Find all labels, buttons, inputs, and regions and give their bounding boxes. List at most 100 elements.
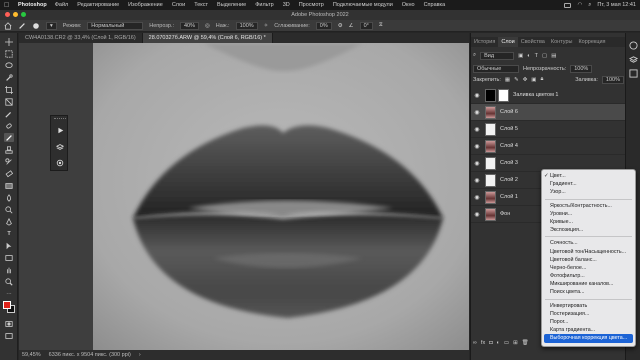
menu-item-posterize[interactable]: Постеризация... [542,310,635,318]
clock[interactable]: Пт, 3 мая 12:41 [597,2,636,8]
wifi-icon[interactable]: ◠ [577,2,582,8]
trash-icon[interactable]: 🗑︎ [522,340,529,346]
color-panel-icon[interactable] [629,41,638,50]
clone-stamp-tool-icon[interactable] [4,145,14,154]
menu-item-threshold[interactable]: Порог... [542,318,635,326]
symmetry-icon[interactable]: ⧖ [379,22,383,29]
link-layers-icon[interactable]: ∞ [473,340,477,346]
menu-item-black-white[interactable]: Черно-белое... [542,264,635,272]
more-tools-icon[interactable]: ··· [4,289,14,298]
menu-view[interactable]: Просмотр [299,2,324,8]
search-icon[interactable]: ⌕ [588,2,591,9]
layer-row[interactable]: ◉ Слой 5 [471,121,626,138]
brush-size-picker[interactable]: ▾ [46,21,57,30]
document-size[interactable]: 6336 пикс. x 9504 пикс. (300 ppi) [49,352,131,358]
battery-icon[interactable] [564,2,572,8]
history-brush-tool-icon[interactable] [4,157,14,166]
pen-tool-icon[interactable] [4,217,14,226]
opacity-field[interactable]: 40% [179,21,199,30]
blend-mode-select[interactable]: Обычные [473,64,519,73]
type-tool-icon[interactable]: T [4,229,14,238]
eraser-tool-icon[interactable] [4,169,14,178]
tab-layers[interactable]: Слои [498,37,518,47]
visibility-eye-icon[interactable]: ◉ [471,143,483,150]
layer-style-icon[interactable]: fx [481,340,485,346]
filter-adjust-icon[interactable]: ◐ [527,53,530,59]
visibility-eye-icon[interactable]: ◉ [471,177,483,184]
zoom-tool-icon[interactable] [4,277,14,286]
menu-item-channel-mixer[interactable]: Микширование каналов... [542,280,635,288]
menu-item-invert[interactable]: Инвертировать [542,302,635,310]
brush-tool-icon[interactable] [18,22,26,30]
canvas-area[interactable] [19,43,469,350]
angle-icon[interactable]: ∠ [349,23,354,29]
app-menu[interactable]: Photoshop [18,2,47,8]
menu-item-color-fill[interactable]: Цвет... [542,172,635,180]
tab-properties[interactable]: Свойства [518,37,548,47]
lock-artboard-icon[interactable]: ▣ [531,77,536,83]
filter-pixel-icon[interactable]: ▣ [518,53,523,59]
brush-settings-icon[interactable] [55,158,65,167]
new-layer-icon[interactable]: ⊞ [513,340,518,346]
crop-tool-icon[interactable] [4,85,14,94]
menu-plugins[interactable]: Подключаемые модули [333,2,393,8]
menu-help[interactable]: Справка [424,2,446,8]
pressure-opacity-icon[interactable]: ◎ [205,23,210,29]
minimize-window-icon[interactable] [13,12,18,17]
pressure-field[interactable]: 100% [235,21,258,30]
tab-adjustments[interactable]: Коррекция [575,37,608,47]
airbrush-icon[interactable]: ✧ [264,23,269,29]
dodge-tool-icon[interactable] [4,205,14,214]
new-group-icon[interactable]: ▭ [504,340,509,346]
mode-select[interactable]: Нормальный [87,21,144,30]
foreground-color-swatch[interactable] [3,301,11,309]
tab-history[interactable]: История [471,37,498,47]
layer-filter-select[interactable]: Вид [480,51,515,60]
menu-item-brightness-contrast[interactable]: Яркость/Контрастность... [542,202,635,210]
libraries-panel-icon[interactable] [629,69,638,78]
menu-item-exposure[interactable]: Экспозиция... [542,226,635,234]
layer-row[interactable]: ◉ Слой 4 [471,138,626,155]
visibility-eye-icon[interactable]: ◉ [471,109,483,116]
tab-paths[interactable]: Контуры [548,37,576,47]
smoothing-field[interactable]: 0% [315,21,332,30]
document-tab-2[interactable]: 28.070327б.ARW @ 59,4% (Слой 6, RGB/16) … [142,33,273,43]
menu-3d[interactable]: 3D [283,2,290,8]
layer-name[interactable]: Фон [500,211,510,217]
filter-smart-icon[interactable]: ▤ [551,53,556,59]
gradient-tool-icon[interactable] [4,181,14,190]
healing-tool-icon[interactable] [4,121,14,130]
document-tab-1[interactable]: CW4A0138.CR2 @ 33,4% (Слой 1, RGB/16) [19,33,143,43]
lock-all-icon[interactable]: 🔒︎ [541,76,544,83]
menu-item-levels[interactable]: Уровни... [542,210,635,218]
move-tool-icon[interactable] [4,37,14,46]
visibility-eye-icon[interactable]: ◉ [471,126,483,133]
lock-paint-icon[interactable]: ✎ [514,77,519,83]
close-window-icon[interactable] [5,12,10,17]
lasso-tool-icon[interactable] [4,61,14,70]
menu-filter[interactable]: Фильтр [255,2,273,8]
hand-tool-icon[interactable] [4,265,14,274]
menu-type[interactable]: Текст [194,2,208,8]
menu-item-photo-filter[interactable]: Фотофильтр... [542,272,635,280]
menu-item-pattern-fill[interactable]: Узор... [542,188,635,196]
frame-tool-icon[interactable] [4,97,14,106]
menu-item-hue-saturation[interactable]: Цветовой тон/Насыщенность... [542,248,635,256]
panel-grip[interactable] [54,118,66,120]
menu-window[interactable]: Окно [402,2,415,8]
layer-name[interactable]: Слой 6 [500,109,518,115]
swatches-panel-icon[interactable] [629,55,638,64]
layer-name[interactable]: Заливка цветом 1 [513,92,558,98]
layer-row-selected[interactable]: ◉ Слой 6 [471,104,626,121]
layer-name[interactable]: Слой 4 [500,143,518,149]
status-arrow-icon[interactable]: › [139,352,141,358]
zoom-level[interactable]: 59,45% [22,352,41,358]
menu-item-curves[interactable]: Кривые... [542,218,635,226]
layer-name[interactable]: Слой 5 [500,126,518,132]
brush-preset-icon[interactable] [32,22,40,30]
menu-item-gradient-map[interactable]: Карта градиента... [542,326,635,334]
menu-item-color-balance[interactable]: Цветовой баланс... [542,256,635,264]
apple-icon[interactable]:  [4,2,10,9]
path-select-tool-icon[interactable] [4,241,14,250]
layer-name[interactable]: Слой 3 [500,160,518,166]
